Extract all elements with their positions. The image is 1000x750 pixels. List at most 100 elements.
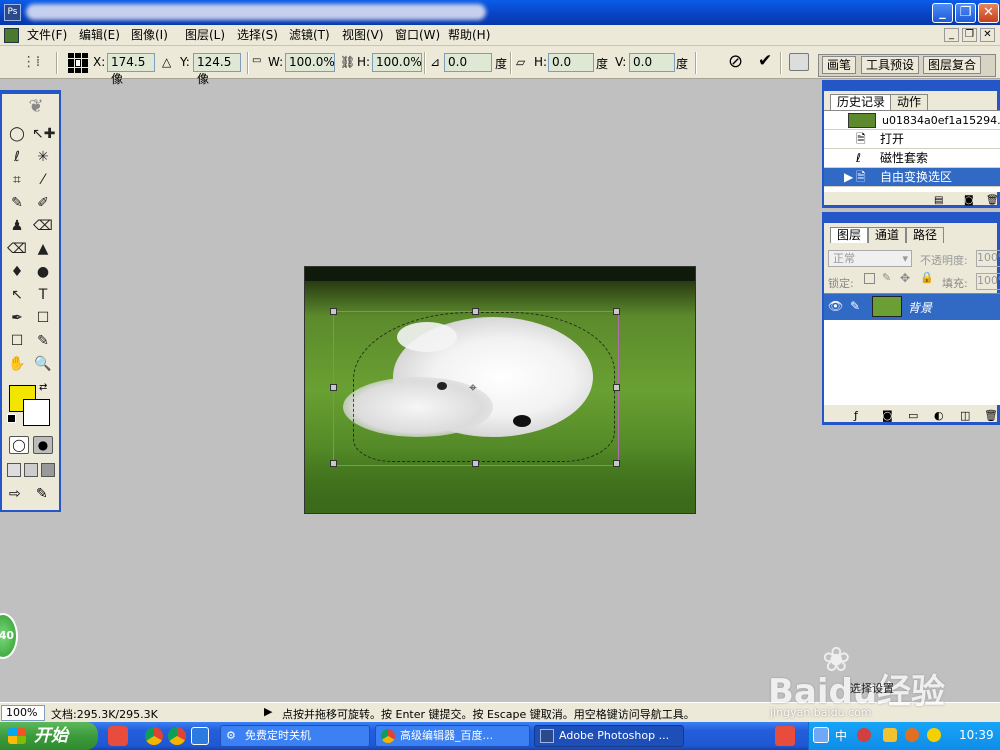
jump-edit-icon[interactable]: ✎ bbox=[36, 486, 54, 504]
history-item-magnetic-lasso[interactable]: ℓ 磁性套索 bbox=[824, 149, 1000, 168]
browser-quicklaunch-icon[interactable] bbox=[191, 727, 209, 745]
menu-layer[interactable]: 图层(L) bbox=[185, 27, 225, 44]
quick-mask-icon[interactable]: ● bbox=[33, 436, 53, 454]
y-field[interactable]: 124.5 像 bbox=[193, 53, 241, 86]
default-colors-icon[interactable] bbox=[7, 414, 16, 423]
delete-state-icon[interactable]: 🗑 bbox=[986, 195, 999, 206]
start-button[interactable]: 开始 bbox=[0, 722, 98, 750]
slice-tool-icon[interactable]: ⁄ bbox=[32, 170, 54, 191]
path-select-icon[interactable]: ↖ bbox=[6, 285, 28, 306]
history-brush-icon[interactable]: ⌫ bbox=[32, 216, 54, 237]
ime-label[interactable]: 中 bbox=[835, 727, 847, 744]
crop-tool-icon[interactable]: ⌗ bbox=[6, 170, 28, 191]
history-snapshot[interactable]: u01834a0ef1a15294... bbox=[824, 111, 1000, 130]
eyedropper-icon[interactable]: ✎ bbox=[32, 331, 54, 352]
status-menu-arrow-icon[interactable]: ▶ bbox=[264, 705, 272, 718]
file-browser-icon[interactable] bbox=[789, 53, 809, 71]
lasso-tool-icon[interactable]: ℓ bbox=[6, 147, 28, 168]
jump-to-imageready-icon[interactable]: ⇨ bbox=[9, 486, 33, 504]
lock-all-icon[interactable]: 🔒 bbox=[920, 271, 934, 284]
quicklaunch-icon[interactable] bbox=[108, 726, 128, 746]
skew-v-field[interactable]: 0.0 bbox=[629, 53, 675, 72]
swap-colors-icon[interactable]: ⇄ bbox=[39, 382, 47, 393]
transform-handle[interactable] bbox=[472, 460, 479, 467]
menu-window[interactable]: 窗口(W) bbox=[395, 27, 440, 44]
adjustment-layer-icon[interactable]: ◐ bbox=[934, 409, 944, 422]
transform-bounding-box[interactable]: ⌖ bbox=[330, 308, 620, 467]
magic-wand-icon[interactable]: ✳ bbox=[32, 147, 54, 168]
zoom-field[interactable]: 100% bbox=[1, 705, 45, 721]
tray-icon[interactable] bbox=[857, 728, 871, 742]
x-field[interactable]: 174.5 像 bbox=[107, 53, 155, 86]
tray-icon[interactable] bbox=[927, 728, 941, 742]
delete-layer-icon[interactable]: 🗑 bbox=[984, 409, 998, 422]
tab-brushes[interactable]: 画笔 bbox=[822, 56, 857, 74]
hand-tool-icon[interactable]: ✋ bbox=[6, 354, 28, 375]
menu-edit[interactable]: 编辑(E) bbox=[79, 27, 120, 44]
link-icon[interactable]: ⛓ bbox=[340, 55, 355, 69]
canvas-image[interactable]: ⌖ bbox=[304, 266, 696, 514]
doc-minimize-button[interactable]: _ bbox=[944, 28, 959, 42]
menu-image[interactable]: 图像(I) bbox=[131, 27, 168, 44]
type-tool-icon[interactable]: T bbox=[32, 285, 54, 306]
paint-bucket-icon[interactable]: ▲ bbox=[32, 239, 54, 260]
tray-icon[interactable] bbox=[905, 728, 919, 742]
transform-handle[interactable] bbox=[330, 384, 337, 391]
tab-channels[interactable]: 通道 bbox=[868, 227, 907, 243]
transform-handle[interactable] bbox=[472, 308, 479, 315]
healing-brush-icon[interactable]: ✎ bbox=[6, 193, 28, 214]
shield-icon[interactable] bbox=[883, 728, 897, 742]
dodge-tool-icon[interactable]: ● bbox=[32, 262, 54, 283]
w-field[interactable]: 100.0% bbox=[285, 53, 335, 72]
marquee-tool-icon[interactable]: ◯ bbox=[6, 124, 28, 145]
transform-handle[interactable] bbox=[613, 384, 620, 391]
eraser-tool-icon[interactable]: ⌫ bbox=[6, 239, 28, 260]
skew-h-field[interactable]: 0.0 bbox=[548, 53, 594, 72]
restore-button[interactable]: ❐ bbox=[955, 3, 976, 23]
new-snapshot-icon[interactable]: ◙ bbox=[964, 195, 974, 206]
tool-preset-icon[interactable]: ⋮⁞ bbox=[20, 54, 42, 72]
background-color-swatch[interactable] bbox=[23, 399, 50, 426]
h-field[interactable]: 100.0% bbox=[372, 53, 422, 72]
transform-handle[interactable] bbox=[613, 460, 620, 467]
menu-filter[interactable]: 滤镜(T) bbox=[289, 27, 330, 44]
blur-tool-icon[interactable]: ♦ bbox=[6, 262, 28, 283]
tab-layer-comps[interactable]: 图层复合 bbox=[923, 56, 982, 74]
angle-field[interactable]: 0.0 bbox=[444, 53, 492, 72]
new-layer-icon[interactable]: ◫ bbox=[960, 409, 970, 422]
notes-tool-icon[interactable]: ☐ bbox=[6, 331, 28, 352]
layer-row-background[interactable]: 👁 ✎ 背景 bbox=[824, 294, 1000, 320]
antivirus-icon[interactable] bbox=[813, 727, 829, 743]
cancel-transform-icon[interactable]: ⊘ bbox=[728, 51, 743, 72]
brush-tool-icon[interactable]: ✐ bbox=[32, 193, 54, 214]
new-group-icon[interactable]: ▭ bbox=[908, 409, 918, 422]
history-item-free-transform[interactable]: ▶ 🗎 自由变换选区 bbox=[824, 168, 1000, 187]
menu-help[interactable]: 帮助(H) bbox=[448, 27, 490, 44]
lock-move-icon[interactable]: ✥ bbox=[900, 271, 910, 285]
opacity-field[interactable]: 100% bbox=[976, 250, 1000, 267]
doc-restore-button[interactable]: ❐ bbox=[962, 28, 977, 42]
task-photoshop[interactable]: Adobe Photoshop ... bbox=[534, 725, 684, 747]
screen-mode-full-icon[interactable] bbox=[41, 463, 55, 477]
transform-handle[interactable] bbox=[330, 308, 337, 315]
tab-actions[interactable]: 动作 bbox=[890, 94, 929, 110]
menu-view[interactable]: 视图(V) bbox=[342, 27, 384, 44]
taskbar-app-icon[interactable] bbox=[775, 726, 795, 746]
screen-mode-menu-icon[interactable] bbox=[24, 463, 38, 477]
menu-file[interactable]: 文件(F) bbox=[27, 27, 67, 44]
transform-center-icon[interactable]: ⌖ bbox=[469, 380, 477, 396]
chrome-quicklaunch-icon[interactable] bbox=[145, 727, 163, 745]
screen-mode-standard-icon[interactable] bbox=[7, 463, 21, 477]
floating-badge[interactable]: 40 bbox=[0, 613, 18, 659]
layer-mask-icon[interactable]: ◙ bbox=[882, 409, 893, 422]
history-item-open[interactable]: 🗎 打开 bbox=[824, 130, 1000, 149]
move-tool-icon[interactable]: ↖✚ bbox=[32, 124, 55, 145]
transform-handle[interactable] bbox=[613, 308, 620, 315]
layer-style-icon[interactable]: ƒ bbox=[854, 409, 858, 422]
tab-layers[interactable]: 图层 bbox=[830, 227, 869, 243]
transform-handle[interactable] bbox=[330, 460, 337, 467]
minimize-button[interactable]: _ bbox=[932, 3, 953, 23]
fill-field[interactable]: 100% bbox=[976, 273, 1000, 290]
lock-transparency-icon[interactable] bbox=[864, 273, 875, 284]
pen-tool-icon[interactable]: ✒ bbox=[6, 308, 28, 329]
